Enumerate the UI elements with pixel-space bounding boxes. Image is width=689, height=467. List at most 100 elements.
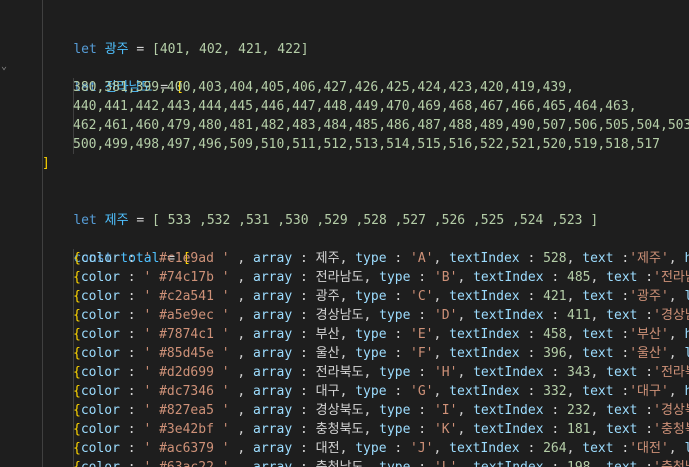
property-key: color: [80, 403, 120, 418]
comma: ,: [339, 346, 356, 361]
text-index-number: 396: [543, 346, 567, 361]
colon: :: [519, 289, 544, 304]
fold-chevron-icon[interactable]: ⌄: [1, 62, 11, 72]
property-key: textIndex: [473, 422, 544, 437]
text-string: '대전': [629, 441, 669, 456]
property-key: ho: [684, 327, 689, 342]
color-string: ' #dc7346 ': [143, 384, 230, 399]
type-string: 'J': [410, 441, 434, 456]
text-index-number: 411: [567, 308, 591, 323]
colon: :: [292, 422, 316, 437]
comma: ,: [590, 403, 607, 418]
colon: :: [613, 289, 630, 304]
colon: :: [386, 384, 411, 399]
property-key: text: [582, 251, 614, 266]
property-key: textIndex: [449, 289, 520, 304]
text-string: '경상남: [653, 308, 689, 323]
colon: :: [543, 308, 568, 323]
property-key: textIndex: [473, 270, 544, 285]
property-key: type: [355, 327, 387, 342]
color-string: ' #d2d699 ': [143, 365, 230, 380]
property-key: textIndex: [473, 403, 544, 418]
property-key: type: [355, 384, 387, 399]
comma: ,: [668, 346, 685, 361]
text-string: '부산': [629, 327, 669, 342]
type-string: 'C': [410, 289, 434, 304]
assign-operator: =: [128, 42, 153, 57]
total-row: {color : ' #827ea5 ' , array : 경상북도, typ…: [73, 401, 689, 420]
array-ref: 전라남도: [315, 270, 364, 285]
property-key: ho: [684, 251, 689, 266]
open-brace: {: [73, 251, 81, 266]
comma: ,: [566, 289, 583, 304]
code-editor[interactable]: let 광주 = [401, 402, 421, 422] let 전라남도 =…: [14, 0, 689, 467]
color-string: ' #a5e9ec ': [143, 308, 230, 323]
comma: ,: [229, 422, 254, 437]
total-row: {color : ' #74c17b ' , array : 전라남도, typ…: [73, 268, 689, 287]
property-key: type: [355, 441, 387, 456]
comma: ,: [433, 441, 450, 456]
colon: :: [613, 441, 630, 456]
colon: :: [637, 365, 654, 380]
text-string: '충청남: [653, 460, 689, 467]
open-brace: {: [73, 308, 81, 323]
comma: ,: [457, 270, 474, 285]
colon: :: [119, 308, 144, 323]
type-string: 'F': [410, 346, 434, 361]
text-index-number: 332: [543, 384, 567, 399]
open-brace: {: [73, 422, 81, 437]
type-string: 'E': [410, 327, 434, 342]
colon: :: [637, 308, 654, 323]
comma: ,: [457, 365, 474, 380]
colon: :: [519, 384, 544, 399]
comma: ,: [566, 327, 583, 342]
colon: :: [544, 460, 567, 467]
property-key: le: [684, 441, 689, 456]
property-key: color: [80, 270, 120, 285]
comma: ,: [433, 327, 450, 342]
type-string: 'K': [433, 422, 458, 437]
comma: ,: [363, 308, 380, 323]
property-key: text: [582, 346, 614, 361]
comma: ,: [339, 384, 356, 399]
colon: :: [410, 460, 433, 467]
text-index-number: 264: [543, 441, 567, 456]
colon: :: [637, 422, 654, 437]
colon: :: [386, 327, 411, 342]
property-key: type: [379, 422, 411, 437]
text-index-number: 421: [543, 289, 567, 304]
property-key: color: [80, 422, 120, 437]
colon: :: [119, 384, 144, 399]
comma: ,: [229, 270, 254, 285]
comma: ,: [229, 308, 254, 323]
array-literal: [ 533 ,532 ,531 ,530 ,529 ,528 ,527 ,526…: [152, 213, 599, 228]
property-key: text: [606, 422, 638, 437]
property-key: array: [253, 441, 293, 456]
colon: :: [543, 270, 568, 285]
type-string: 'I': [433, 403, 458, 418]
property-key: type: [379, 365, 411, 380]
comma: ,: [229, 384, 254, 399]
variable-name: 제주: [104, 213, 129, 228]
comma: ,: [229, 403, 254, 418]
text-index-number: 232: [567, 403, 591, 418]
type-string: 'A': [410, 251, 434, 266]
colon: :: [410, 403, 434, 418]
colon: :: [613, 327, 630, 342]
comma: ,: [668, 384, 685, 399]
comma: ,: [339, 327, 356, 342]
total-row: {color : ' #85d45e ' , array : 울산, type …: [73, 344, 689, 363]
property-key: color: [80, 365, 120, 380]
total-row: {color : ' #ac6379 ' , array : 대전, type …: [73, 439, 689, 458]
comma: ,: [590, 308, 607, 323]
colon: :: [292, 441, 316, 456]
colon: :: [119, 441, 144, 456]
colon: :: [119, 289, 144, 304]
text-index-number: 343: [567, 365, 591, 380]
property-key: array: [253, 327, 293, 342]
text-index-number: 485: [567, 270, 591, 285]
type-string: 'G': [410, 384, 434, 399]
type-string: 'B': [433, 270, 458, 285]
colon: :: [410, 308, 434, 323]
comma: ,: [566, 346, 583, 361]
